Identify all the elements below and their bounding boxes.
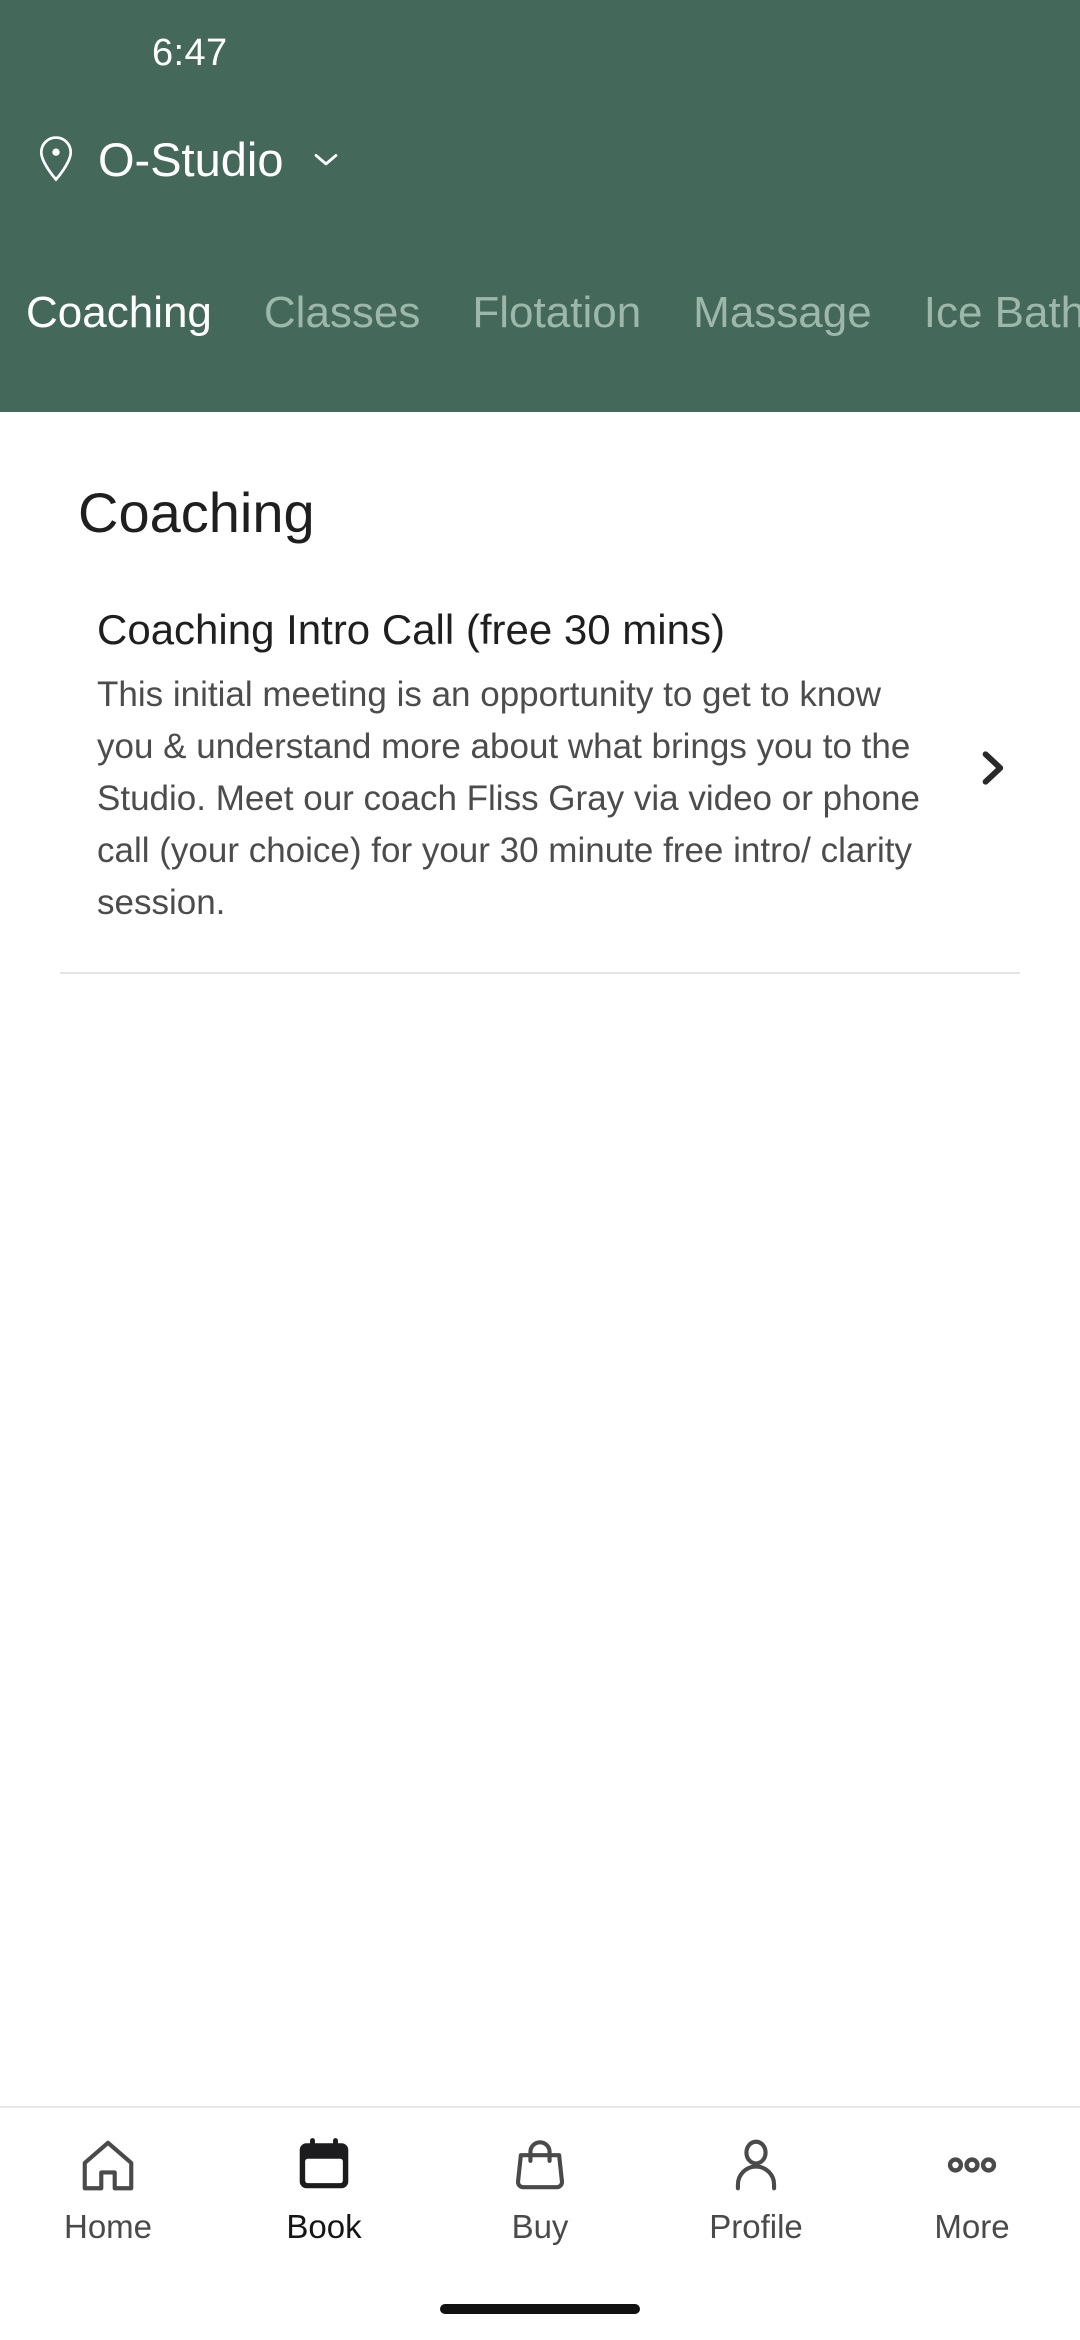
system-gesture-area (0, 2278, 1080, 2340)
main-content: Coaching Coaching Intro Call (free 30 mi… (0, 412, 1080, 2106)
category-tab-bar[interactable]: Coaching Classes Flotation Massage Ice B… (0, 213, 1080, 412)
chevron-down-icon[interactable] (309, 142, 343, 176)
service-item-description: This initial meeting is an opportunity t… (97, 675, 920, 922)
nav-label-book: Book (286, 2208, 362, 2245)
nav-label-home: Home (63, 2208, 153, 2245)
service-list-item[interactable]: Coaching Intro Call (free 30 mins) This … (60, 606, 1020, 975)
nav-item-buy[interactable]: Buy (432, 2134, 648, 2243)
nav-item-home[interactable]: Home (0, 2134, 216, 2243)
nav-item-book[interactable]: Book (216, 2134, 432, 2243)
status-bar-clock: 6:47 (152, 31, 228, 74)
nav-item-more[interactable]: More (864, 2134, 1080, 2243)
ellipsis-icon (947, 2157, 997, 2173)
nav-label-more: More (934, 2208, 1010, 2245)
home-icon (82, 2140, 134, 2191)
tab-coaching[interactable]: Coaching (26, 290, 212, 335)
tab-classes[interactable]: Classes (264, 290, 421, 335)
nav-label-buy: Buy (511, 2208, 569, 2245)
person-icon (735, 2139, 777, 2191)
tab-ice-bath[interactable]: Ice Bath (924, 290, 1080, 335)
home-gesture-bar[interactable] (440, 2304, 640, 2314)
app-root: 6:47 O-Studio Coaching Classes Flotation… (0, 0, 1080, 2340)
nav-label-profile: Profile (709, 2208, 803, 2245)
bottom-navigation-bar[interactable]: Home Book Buy Profile More (0, 2106, 1080, 2278)
location-name-label: O-Studio (98, 132, 284, 186)
calendar-icon (299, 2138, 349, 2189)
service-item-text: Coaching Intro Call (free 30 mins) This … (60, 606, 970, 929)
service-list: Coaching Intro Call (free 30 mins) This … (0, 606, 1080, 975)
page-title: Coaching (78, 481, 315, 544)
map-pin-icon (39, 136, 73, 182)
tab-massage[interactable]: Massage (693, 290, 872, 335)
app-header: 6:47 O-Studio Coaching Classes Flotation… (0, 0, 1080, 412)
shopping-bag-icon (515, 2140, 565, 2190)
service-item-title: Coaching Intro Call (free 30 mins) (97, 605, 725, 653)
chevron-right-icon[interactable] (970, 746, 1014, 790)
tab-flotation[interactable]: Flotation (472, 290, 641, 335)
nav-item-profile[interactable]: Profile (648, 2134, 864, 2243)
location-selector[interactable]: O-Studio (0, 105, 1080, 213)
status-bar: 6:47 (0, 0, 1080, 105)
